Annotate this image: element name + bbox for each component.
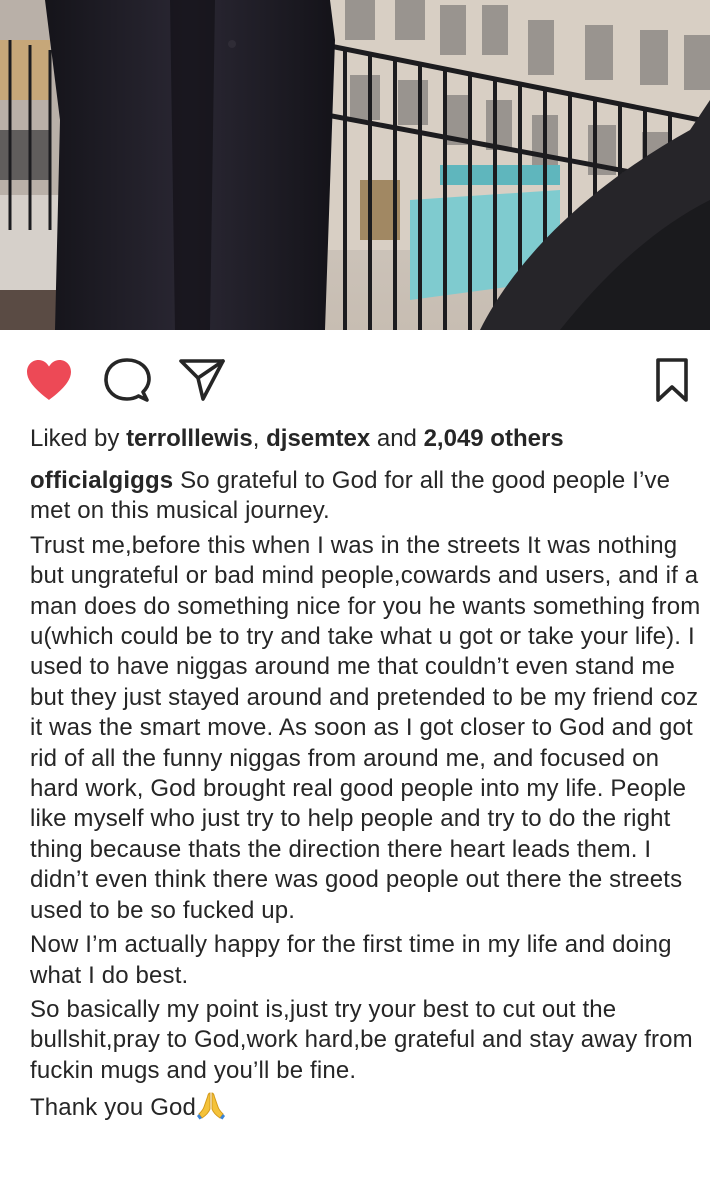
caption-paragraph: Now I’m actually happy for the first tim… (30, 931, 672, 989)
like-button[interactable] (23, 354, 75, 406)
comment-button[interactable] (101, 354, 153, 406)
liker-username[interactable]: terrolllewis (126, 425, 253, 452)
liked-by-label: Liked by (30, 425, 120, 452)
post-photo-illustration (0, 0, 710, 330)
comment-bubble-icon (104, 358, 151, 402)
praying-hands-icon (197, 1092, 226, 1120)
caption-paragraph: Thank you God (30, 1090, 702, 1123)
likes-summary: Liked by terrolllewis, djsemtex and 2,04… (30, 422, 700, 456)
paper-plane-icon (179, 359, 225, 401)
post-action-bar (0, 330, 710, 422)
caption-username[interactable]: officialgiggs (30, 467, 173, 494)
likes-and-label: and (376, 425, 417, 452)
caption-paragraph: officialgiggs So grateful to God for all… (30, 466, 702, 527)
save-button[interactable] (646, 354, 698, 406)
share-button[interactable] (176, 354, 228, 406)
caption-text: Thank you God (30, 1094, 197, 1122)
caption-paragraph: So basically my point is,just try your b… (30, 995, 693, 1084)
liker-username[interactable]: djsemtex (266, 425, 370, 452)
caption-paragraph: Trust me,before this when I was in the s… (30, 531, 701, 924)
post-photo[interactable] (0, 0, 710, 330)
likes-separator: , (252, 425, 260, 452)
bookmark-icon (656, 358, 688, 402)
likes-others-link[interactable]: 2,049 others (424, 425, 564, 452)
heart-icon (27, 360, 71, 400)
post-caption: officialgiggs So grateful to God for all… (30, 466, 702, 1128)
